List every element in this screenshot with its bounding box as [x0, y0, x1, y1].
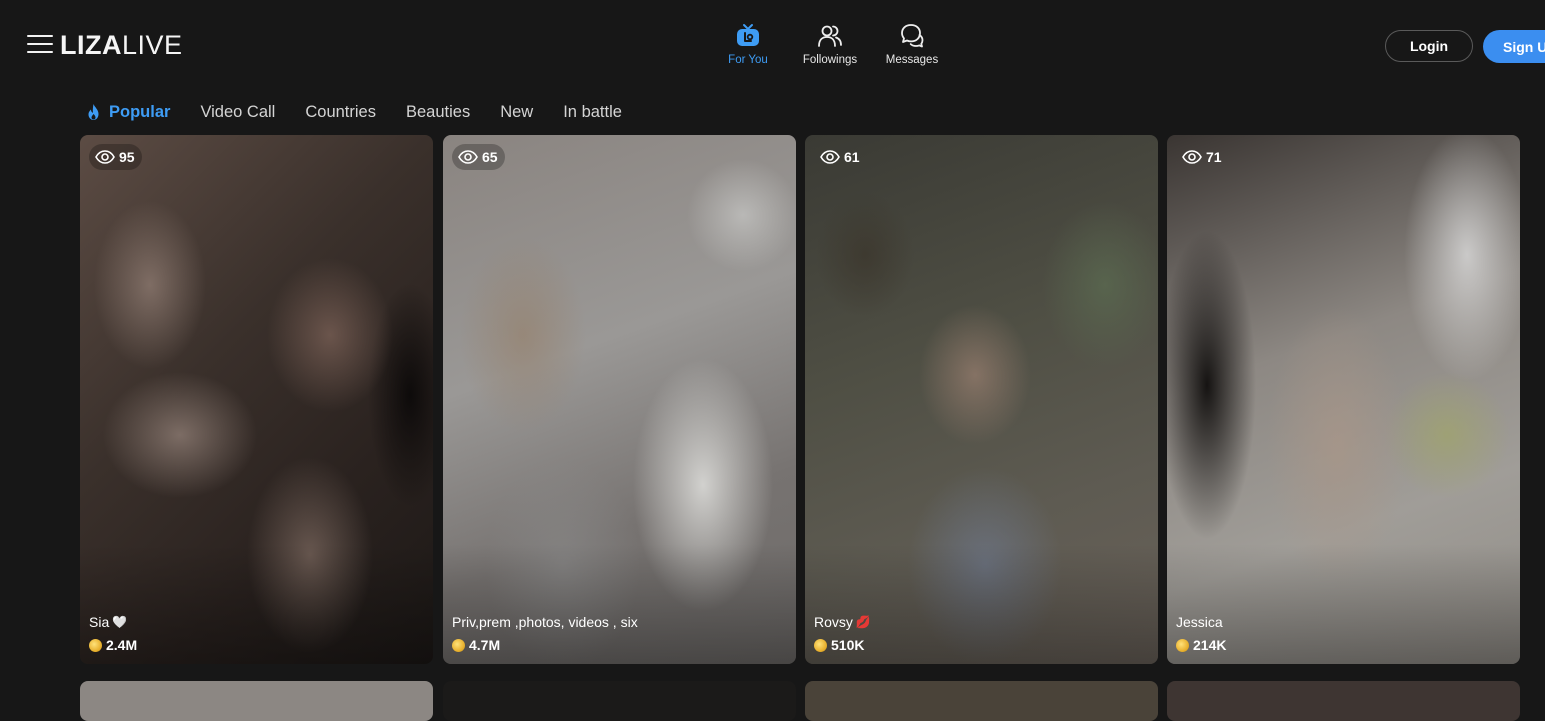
tab-label: Countries [305, 102, 376, 121]
coin-icon [814, 638, 827, 652]
stream-card[interactable] [443, 681, 796, 721]
streamer-name: Rovsy 💋 [814, 614, 871, 630]
tab-label: Video Call [200, 102, 276, 121]
stream-card[interactable] [80, 681, 433, 721]
coin-amount: 510K [831, 637, 865, 653]
nav-label: For You [728, 54, 768, 66]
tab-countries[interactable]: Countries [305, 103, 376, 122]
streamer-name: Sia 🤍 [89, 614, 127, 630]
viewer-count-badge: 95 [89, 144, 142, 170]
streamer-name: Priv,prem ,photos, videos , six [452, 614, 638, 630]
flame-icon [88, 104, 99, 120]
nav-messages[interactable]: Messages [867, 22, 957, 66]
viewer-count: 71 [1206, 149, 1222, 165]
coin-icon [1176, 638, 1189, 652]
nav-followings[interactable]: Followings [785, 22, 875, 66]
streamer-name-text: Rovsy [814, 614, 853, 630]
tv-icon [737, 24, 759, 46]
tab-beauties[interactable]: Beauties [406, 103, 470, 122]
logo-bold-text: LIZA [60, 30, 122, 60]
nav-label: Followings [802, 54, 858, 66]
stream-card[interactable] [805, 681, 1158, 721]
eye-icon [458, 150, 478, 164]
tab-label: New [500, 102, 534, 121]
viewer-count-badge: 71 [1176, 144, 1229, 170]
coin-amount: 2.4M [106, 637, 138, 653]
nav-label: Messages [885, 54, 939, 66]
tab-label: Popular [109, 102, 171, 121]
tab-label: Beauties [405, 102, 471, 121]
streamer-name-text: Sia [89, 614, 110, 630]
category-tabs: Popular Video Call Countries Beauties Ne… [86, 100, 652, 124]
streamer-emoji: 🤍 [112, 615, 128, 629]
logo-light-text: LIVE [122, 30, 183, 60]
signup-button[interactable]: Sign Up [1483, 30, 1545, 63]
streamer-name: Jessica [1176, 614, 1223, 630]
viewer-count-badge: 65 [452, 144, 505, 170]
tab-label: In battle [563, 102, 622, 121]
eye-icon [820, 150, 840, 164]
viewer-count: 95 [119, 149, 135, 165]
login-button[interactable]: Login [1385, 30, 1473, 62]
coin-total: 510K [814, 637, 864, 653]
coin-icon [89, 638, 102, 652]
streamer-emoji: 💋 [855, 615, 871, 629]
viewer-count: 65 [482, 149, 498, 165]
coin-amount: 4.7M [469, 637, 501, 653]
coin-total: 214K [1176, 637, 1226, 653]
logo[interactable]: LIZALIVE [60, 30, 183, 60]
eye-icon [1182, 150, 1202, 164]
coin-total: 4.7M [452, 637, 500, 653]
coin-total: 2.4M [89, 637, 137, 653]
stream-card[interactable]: 95 Sia 🤍 2.4M [80, 135, 433, 664]
stream-card[interactable]: 65 Priv,prem ,photos, videos , six 4.7M [443, 135, 796, 664]
coin-amount: 214K [1193, 637, 1227, 653]
coin-icon [452, 638, 465, 652]
tab-in-battle[interactable]: In battle [563, 103, 622, 122]
users-icon [818, 25, 842, 47]
top-header: LIZALIVE For You Followings Messages Log… [0, 0, 1545, 92]
eye-icon [95, 150, 115, 164]
stream-card[interactable] [1167, 681, 1520, 721]
streamer-name-text: Priv,prem ,photos, videos , six [452, 614, 638, 630]
tab-new[interactable]: New [500, 103, 533, 122]
stream-card[interactable]: 61 Rovsy 💋 510K [805, 135, 1158, 664]
nav-for-you[interactable]: For You [703, 22, 793, 66]
viewer-count-badge: 61 [814, 144, 867, 170]
viewer-count: 61 [844, 149, 860, 165]
hamburger-menu-icon[interactable] [27, 34, 53, 54]
tab-popular[interactable]: Popular [86, 103, 170, 122]
chat-bubbles-icon [901, 24, 924, 48]
stream-card[interactable]: 71 Jessica 214K [1167, 135, 1520, 664]
streamer-name-text: Jessica [1176, 614, 1223, 630]
tab-video-call[interactable]: Video Call [200, 103, 275, 122]
